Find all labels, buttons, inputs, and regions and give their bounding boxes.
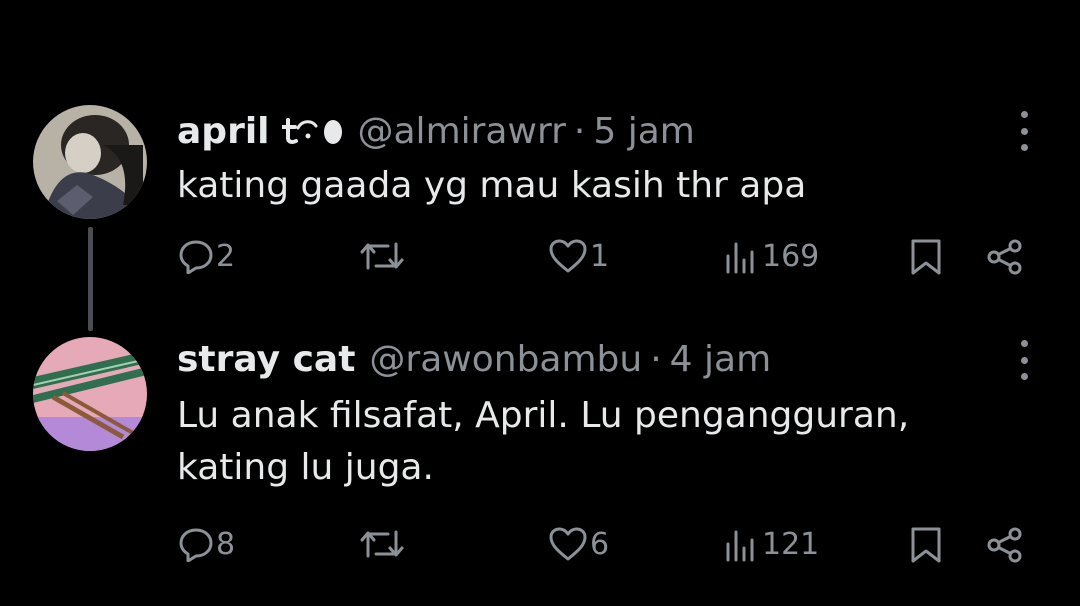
bookmark-button[interactable]	[910, 526, 942, 564]
avatar[interactable]	[33, 337, 147, 451]
tweet-text: Lu anak filsafat, April. Lu pengangguran…	[177, 390, 997, 494]
more-options-icon[interactable]	[1010, 111, 1038, 151]
tweet-text-line: kating gaada yg mau kasih thr apa	[177, 165, 807, 206]
repost-button[interactable]	[360, 238, 406, 274]
views-icon	[724, 238, 760, 274]
tweet[interactable]: stray cat @rawonbambu · 4 jam Lu anak fi…	[0, 300, 1080, 606]
avatar[interactable]	[33, 105, 147, 219]
tweet-text-line: Lu anak filsafat, April. Lu pengangguran…	[177, 395, 910, 436]
reply-button[interactable]: 2	[178, 238, 235, 274]
like-count: 6	[590, 526, 610, 562]
tweet[interactable]: april @almirawrr · 5 jam kating gaada yg…	[0, 0, 1080, 331]
bookmark-icon	[910, 526, 942, 564]
views-icon	[724, 526, 760, 562]
share-button[interactable]	[986, 238, 1024, 276]
separator-dot: ·	[573, 110, 586, 152]
like-button[interactable]: 6	[548, 526, 609, 562]
display-name[interactable]: stray cat	[177, 339, 355, 380]
view-count: 121	[762, 526, 820, 562]
reply-button[interactable]: 8	[178, 526, 235, 562]
timestamp[interactable]: 5 jam	[593, 111, 694, 152]
reply-count: 2	[216, 238, 236, 274]
reply-icon	[178, 238, 214, 274]
share-icon	[986, 238, 1024, 276]
avatar-photo-icon	[33, 105, 147, 219]
tweet-actions: 2 1 169	[0, 238, 1080, 282]
bookmark-icon	[910, 238, 942, 276]
emoji-badge-icon	[281, 116, 344, 146]
tweet-header: stray cat @rawonbambu · 4 jam	[177, 336, 771, 382]
views-button[interactable]: 169	[724, 238, 819, 274]
avatar-photo-icon	[33, 337, 147, 451]
reply-icon	[178, 526, 214, 562]
timestamp[interactable]: 4 jam	[670, 339, 771, 380]
more-options-icon[interactable]	[1010, 340, 1038, 380]
tweet-header: april @almirawrr · 5 jam	[177, 108, 695, 154]
heart-icon	[548, 238, 588, 274]
repost-button[interactable]	[360, 526, 406, 562]
bookmark-button[interactable]	[910, 238, 942, 276]
share-icon	[986, 526, 1024, 564]
reply-count: 8	[216, 526, 236, 562]
tweet-actions: 8 6 121	[0, 526, 1080, 570]
user-handle[interactable]: @rawonbambu	[369, 339, 642, 380]
repost-icon	[360, 526, 404, 562]
view-count: 169	[762, 238, 820, 274]
share-button[interactable]	[986, 526, 1024, 564]
views-button[interactable]: 121	[724, 526, 819, 562]
like-button[interactable]: 1	[548, 238, 609, 274]
like-count: 1	[590, 238, 610, 274]
separator-dot: ·	[650, 338, 662, 380]
display-name[interactable]: april	[177, 111, 270, 152]
repost-icon	[360, 238, 404, 274]
tweet-text-line: kating lu juga.	[177, 447, 434, 488]
user-handle[interactable]: @almirawrr	[358, 111, 566, 152]
heart-icon	[548, 526, 588, 562]
tweet-text: kating gaada yg mau kasih thr apa	[177, 160, 997, 212]
